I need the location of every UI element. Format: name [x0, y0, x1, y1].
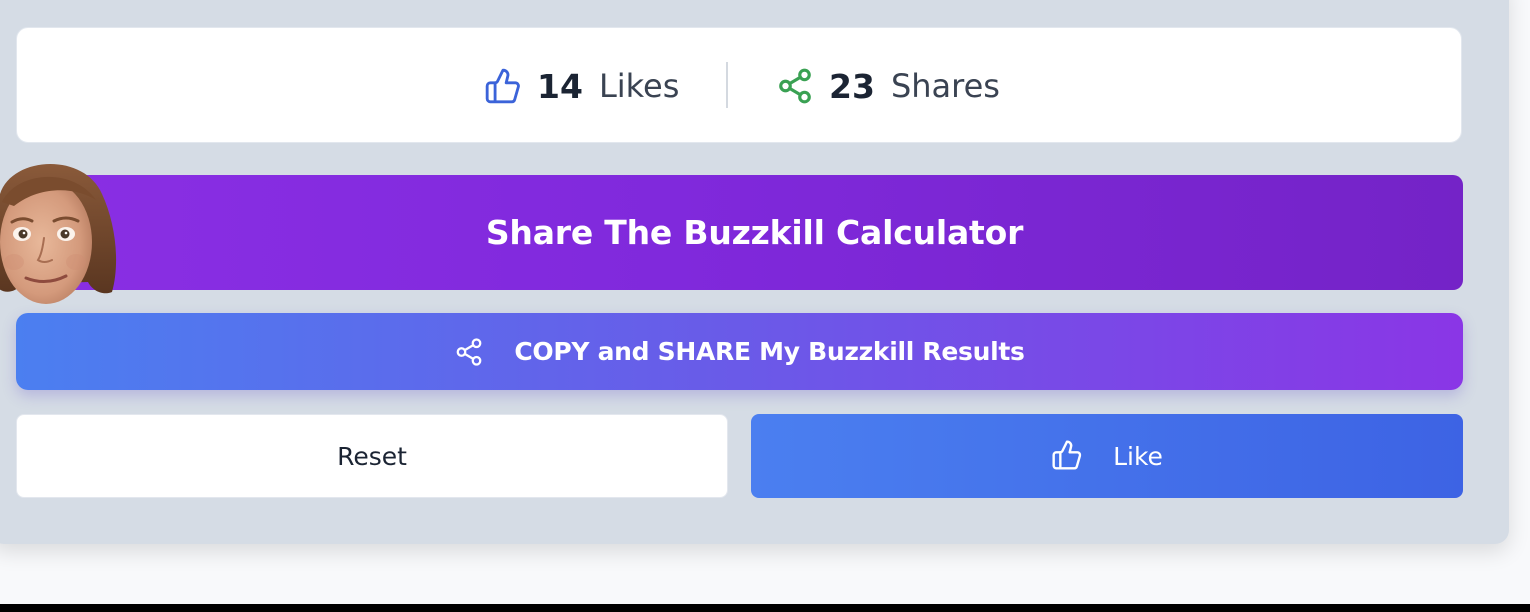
- copy-share-results-button[interactable]: COPY and SHARE My Buzzkill Results: [16, 313, 1463, 390]
- share-icon: [454, 337, 484, 367]
- like-label: Like: [1113, 441, 1163, 471]
- like-button[interactable]: Like: [751, 414, 1463, 498]
- share-banner-title: Share The Buzzkill Calculator: [485, 213, 1024, 252]
- shares-label: Shares: [890, 67, 1000, 105]
- thumbs-up-icon: [483, 66, 523, 106]
- likes-label: Likes: [598, 67, 680, 105]
- reset-label: Reset: [337, 441, 407, 471]
- stats-divider: [726, 62, 728, 108]
- face-avatar: [0, 154, 120, 312]
- copy-share-label: COPY and SHARE My Buzzkill Results: [514, 337, 1025, 366]
- likes-count: 14: [537, 66, 583, 106]
- shares-stat: 23 Shares: [775, 28, 1000, 144]
- page-bottom-edge: [0, 604, 1530, 612]
- stats-bar: 14 Likes 23 Shares: [16, 27, 1462, 143]
- thumbs-up-icon: [1051, 439, 1085, 473]
- share-banner: Share The Buzzkill Calculator: [16, 175, 1463, 290]
- likes-stat: 14 Likes: [483, 28, 679, 144]
- share-icon: [775, 66, 815, 106]
- reset-button[interactable]: Reset: [16, 414, 728, 498]
- shares-count: 23: [829, 66, 875, 106]
